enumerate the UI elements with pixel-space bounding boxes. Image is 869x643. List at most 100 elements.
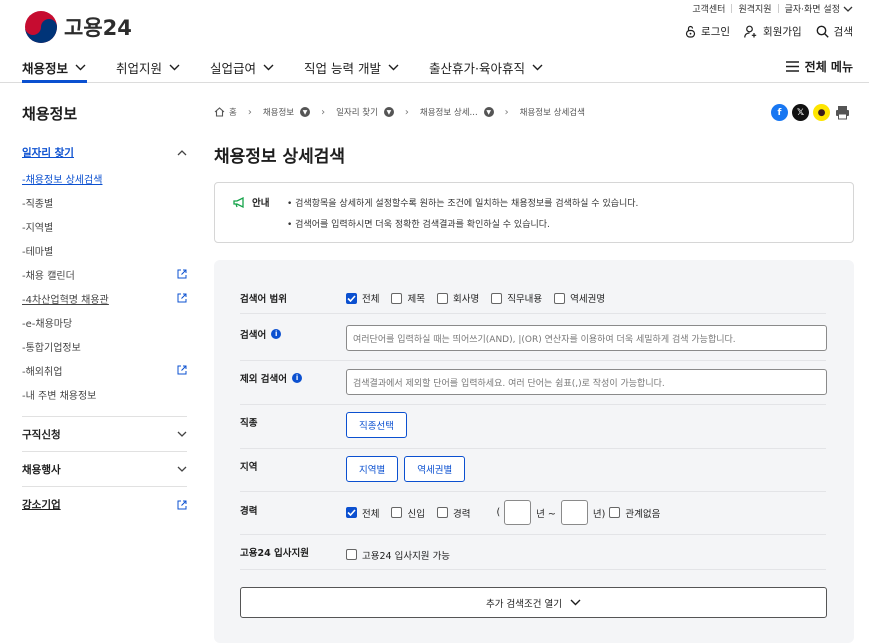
notice-line: • 검색어를 입력하시면 더욱 정확한 검색결과를 확인하실 수 있습니다. <box>287 220 550 230</box>
more-conditions-button[interactable]: 추가 검색조건 열기 <box>240 587 827 618</box>
facebook-icon[interactable]: f <box>771 104 788 121</box>
chevron-down-icon <box>843 6 853 12</box>
megaphone-icon <box>233 196 244 208</box>
scope-label: 검색어 범위 <box>240 294 288 305</box>
lnb-section-job-events[interactable]: 채용행사 <box>22 452 187 487</box>
chevron-down-icon <box>570 599 581 606</box>
lnb-item-nearby[interactable]: -내 주변 채용정보 <box>22 382 187 406</box>
support-checkbox[interactable]: 고용24 입사지원 가능 <box>346 548 450 562</box>
lnb-group-job-search[interactable]: 일자리 찾기 <box>22 144 187 160</box>
region-label: 지역 <box>240 462 258 473</box>
career-any-checkbox[interactable]: 관계없음 <box>609 506 660 520</box>
x-icon[interactable]: 𝕏 <box>792 104 809 121</box>
checkbox-label: 전체 <box>362 294 380 305</box>
display-settings-link[interactable]: 글자·화면 설정 <box>785 2 840 15</box>
lnb-item-e-recruit[interactable]: -e-채용마당 <box>22 310 187 334</box>
signup-button[interactable]: 회원가입 <box>744 24 802 39</box>
all-menu-button[interactable]: 전체 메뉴 <box>785 58 853 75</box>
gnb-label: 직업 능력 개발 <box>304 60 381 76</box>
station-button[interactable]: 역세권별 <box>404 456 466 482</box>
lnb-section-label: 채용행사 <box>22 463 61 476</box>
chevron-down-icon <box>75 64 86 70</box>
lnb-item-calendar[interactable]: -채용 캘린더 <box>22 262 187 286</box>
exclude-label: 제외 검색어 <box>240 374 288 385</box>
scope-duty-checkbox[interactable]: 직무내용 <box>491 291 542 305</box>
remote-support-link[interactable]: 원격지원 <box>738 2 771 15</box>
lnb-title: 채용정보 <box>22 105 78 123</box>
job-select-button[interactable]: 직종선택 <box>346 412 407 438</box>
chevron-down-icon[interactable]: ▼ <box>483 107 494 117</box>
breadcrumb-home[interactable]: 홈 <box>229 106 237 118</box>
lnb-item-label: 해외취업 <box>25 366 63 378</box>
print-icon[interactable] <box>834 104 851 121</box>
lnb-item-label: 채용 캘린더 <box>25 270 75 282</box>
career-new-checkbox[interactable]: 신입 <box>391 506 425 520</box>
checkbox-label: 경력 <box>452 508 471 520</box>
breadcrumb: 홈 › 채용정보 ▼ › 일자리 찾기 ▼ › 채용정보 상세... ▼ › 채용정보… <box>214 106 585 118</box>
career-max-years-input[interactable] <box>560 500 588 525</box>
breadcrumb-job-info[interactable]: 채용정보 <box>263 106 294 118</box>
side-nav: 일자리 찾기 -채용정보 상세검색 -직종별 -지역별 -테마별 -채용 캘린더… <box>22 144 187 522</box>
career-min-years-input[interactable] <box>504 500 532 525</box>
utility-links: 고객센터 원격지원 글자·화면 설정 <box>692 2 853 15</box>
lnb-item-detail-search[interactable]: -채용정보 상세검색 <box>22 166 187 190</box>
gnb-item-skills-development[interactable]: 직업 능력 개발 <box>304 58 399 77</box>
scope-title-checkbox[interactable]: 제목 <box>391 291 425 305</box>
career-years-label: 년) <box>592 508 606 520</box>
career-exp-checkbox[interactable]: 경력 <box>436 506 471 520</box>
exclude-input[interactable]: 검색결과에서 제외할 단어를 입력하세요. 여러 단어는 쉼표(,)로 작성이 … <box>346 369 827 395</box>
gnb-item-job-info[interactable]: 채용정보 <box>22 58 86 77</box>
chevron-down-icon[interactable]: ▼ <box>300 107 311 117</box>
region-button[interactable]: 지역별 <box>346 456 399 482</box>
login-button[interactable]: 로그인 <box>685 24 730 39</box>
checkbox-label: 회사명 <box>452 294 480 305</box>
lnb-item-overseas[interactable]: -해외취업 <box>22 358 187 382</box>
info-icon[interactable]: i <box>292 373 303 383</box>
gnb-label: 출산휴가·육아휴직 <box>429 60 525 76</box>
info-icon[interactable]: i <box>271 329 282 339</box>
lnb-item-by-region[interactable]: -지역별 <box>22 214 187 238</box>
gnb-item-unemployment-benefit[interactable]: 실업급여 <box>210 58 274 77</box>
user-menu: 로그인 회원가입 검색 <box>671 24 853 39</box>
checkbox-label: 관계없음 <box>625 508 661 520</box>
career-all-checkbox[interactable]: 전체 <box>346 506 379 520</box>
notice-label: 안내 <box>252 198 270 209</box>
lnb-item-4th-industry[interactable]: -4차산업혁명 채용관 <box>22 286 187 310</box>
external-link-icon <box>177 365 187 375</box>
scope-all-checkbox[interactable]: 전체 <box>346 291 379 305</box>
lnb-item-company-info[interactable]: -통합기업정보 <box>22 334 187 358</box>
kakao-icon[interactable]: ● <box>813 104 830 121</box>
lnb-item-by-theme[interactable]: -테마별 <box>22 238 187 262</box>
lnb-item-by-job[interactable]: -직종별 <box>22 190 187 214</box>
chevron-down-icon[interactable]: ▼ <box>383 107 394 117</box>
career-paren: ( <box>496 507 501 518</box>
notice-label-wrap: 안내 <box>233 195 269 209</box>
keyword-label: 검색어 <box>240 330 267 341</box>
keyword-input[interactable]: 여러단어를 입력하실 때는 띄어쓰기(AND), |(OR) 연산자를 이용하여… <box>346 325 827 351</box>
gnb-item-parental-leave[interactable]: 출산휴가·육아휴직 <box>429 58 543 77</box>
external-link-icon <box>177 293 187 303</box>
scope-station-checkbox[interactable]: 역세권명 <box>554 291 605 305</box>
external-link-icon <box>177 500 187 509</box>
lnb-section-strong-companies[interactable]: 강소기업 <box>22 487 187 522</box>
breadcrumb-job-search[interactable]: 일자리 찾기 <box>336 106 378 118</box>
search-label: 검색 <box>833 26 853 38</box>
lock-icon <box>685 25 696 38</box>
login-label: 로그인 <box>701 26 731 38</box>
chevron-down-icon <box>177 466 187 472</box>
scope-company-checkbox[interactable]: 회사명 <box>436 291 480 305</box>
breadcrumb-detail[interactable]: 채용정보 상세... <box>420 106 478 118</box>
scope-options: 전체 제목 회사명 직무내용 역세권명 <box>346 291 617 305</box>
home-icon <box>214 107 225 117</box>
logo-text: 고용24 <box>64 16 132 40</box>
site-logo[interactable]: 고용24 <box>24 10 132 44</box>
lnb-group-label: 일자리 찾기 <box>22 146 74 159</box>
gnb-item-employment-support[interactable]: 취업지원 <box>116 58 180 77</box>
page-title: 채용정보 상세검색 <box>214 147 346 167</box>
chevron-down-icon <box>388 64 399 70</box>
checkbox-label: 역세권명 <box>570 294 606 305</box>
lnb-section-job-application[interactable]: 구직신청 <box>22 417 187 452</box>
more-conditions-label: 추가 검색조건 열기 <box>486 598 562 610</box>
search-button[interactable]: 검색 <box>816 24 853 39</box>
customer-center-link[interactable]: 고객센터 <box>692 2 725 15</box>
